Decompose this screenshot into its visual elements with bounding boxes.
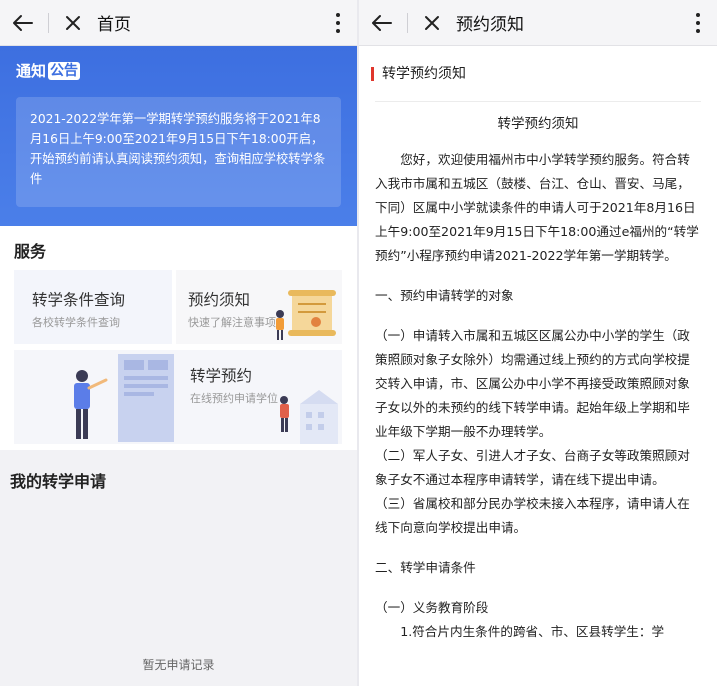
paragraph-4: 1.符合片内生条件的跨省、市、区县转学生：学 — [400, 624, 665, 639]
presenter-board-illustration-icon — [74, 354, 174, 442]
left-top-bar: 首页 — [0, 0, 357, 46]
notice-header: 通知 公告 — [16, 60, 341, 81]
back-arrow-icon[interactable] — [371, 12, 393, 34]
service-grid: 转学条件查询 各校转学条件查询 预约须知 快速了解注意事项 转学预约 在线预约申… — [0, 270, 357, 450]
service-title: 转学预约 — [190, 367, 253, 385]
right-top-bar: 预约须知 — [359, 0, 717, 46]
scroll-document-illustration-icon — [276, 290, 336, 340]
service-subtitle: 在线预约申请学位 — [190, 392, 278, 405]
page-title: 首页 — [97, 15, 131, 35]
service-subtitle: 各校转学条件查询 — [32, 316, 120, 329]
notice-document: 转学预约须知 转学预约须知 您好，欢迎使用福州市中小学转学预约服务。符合转入我市… — [359, 46, 717, 644]
my-applications-title: 我的转学申请 — [10, 472, 107, 491]
divider — [407, 12, 408, 33]
transfer-appointment-card[interactable]: 转学预约 在线预约申请学位 — [14, 350, 342, 444]
heading-2a: （一）义务教育阶段 — [375, 600, 489, 615]
announcement-tag: 公告 — [48, 61, 81, 80]
paragraph-1: （一）申请转入市属和五城区区属公办中小学的学生（政策照顾对象子女除外）均需通过线… — [375, 328, 690, 439]
intro-paragraph: 您好，欢迎使用福州市中小学转学预约服务。符合转入我市市属和五城区（鼓楼、台江、仓… — [375, 152, 699, 263]
close-icon[interactable] — [422, 13, 442, 33]
notice-banner: 通知 公告 2021-2022学年第一学期转学预约服务将于2021年8月16日上… — [0, 46, 357, 226]
page-title: 预约须知 — [456, 15, 524, 35]
notice-screen: 预约须知 转学预约须知 转学预约须知 您好，欢迎使用福州市中小学转学预约服务。符… — [359, 0, 717, 686]
appointment-notice-card[interactable]: 预约须知 快速了解注意事项 — [176, 270, 342, 344]
notice-label: 通知 — [16, 62, 47, 80]
school-building-illustration-icon — [280, 390, 338, 444]
paragraph-3: （三）省属校和部分民办学校未接入本程序，请申请人在线下向意向学校提出申请。 — [375, 496, 690, 535]
heading-1: 一、预约申请转学的对象 — [375, 288, 514, 303]
notice-text[interactable]: 2021-2022学年第一学期转学预约服务将于2021年8月16日上午9:00至… — [16, 97, 341, 207]
service-title: 转学条件查询 — [32, 291, 126, 309]
accent-bar — [371, 66, 374, 81]
transfer-condition-query-card[interactable]: 转学条件查询 各校转学条件查询 — [14, 270, 172, 344]
more-menu-icon[interactable] — [333, 13, 343, 33]
more-menu-icon[interactable] — [693, 13, 703, 33]
section-header: 转学预约须知 — [371, 46, 701, 102]
home-screen: 首页 通知 公告 2021-2022学年第一学期转学预约服务将于2021年8月1… — [0, 0, 357, 686]
close-icon[interactable] — [63, 13, 83, 33]
heading-2: 二、转学申请条件 — [375, 560, 476, 575]
services-title: 服务 — [0, 226, 357, 270]
back-arrow-icon[interactable] — [12, 12, 34, 34]
section-label: 转学预约须知 — [382, 65, 466, 82]
divider — [48, 12, 49, 33]
paragraph-2: （二）军人子女、引进人才子女、台商子女等政策照顾对象子女不通过本程序申请转学，请… — [375, 448, 690, 487]
document-title: 转学预约须知 — [497, 116, 579, 132]
empty-record-text: 暂无申请记录 — [142, 658, 215, 672]
appointment-text: 转学预约 在线预约申请学位 — [190, 364, 278, 406]
